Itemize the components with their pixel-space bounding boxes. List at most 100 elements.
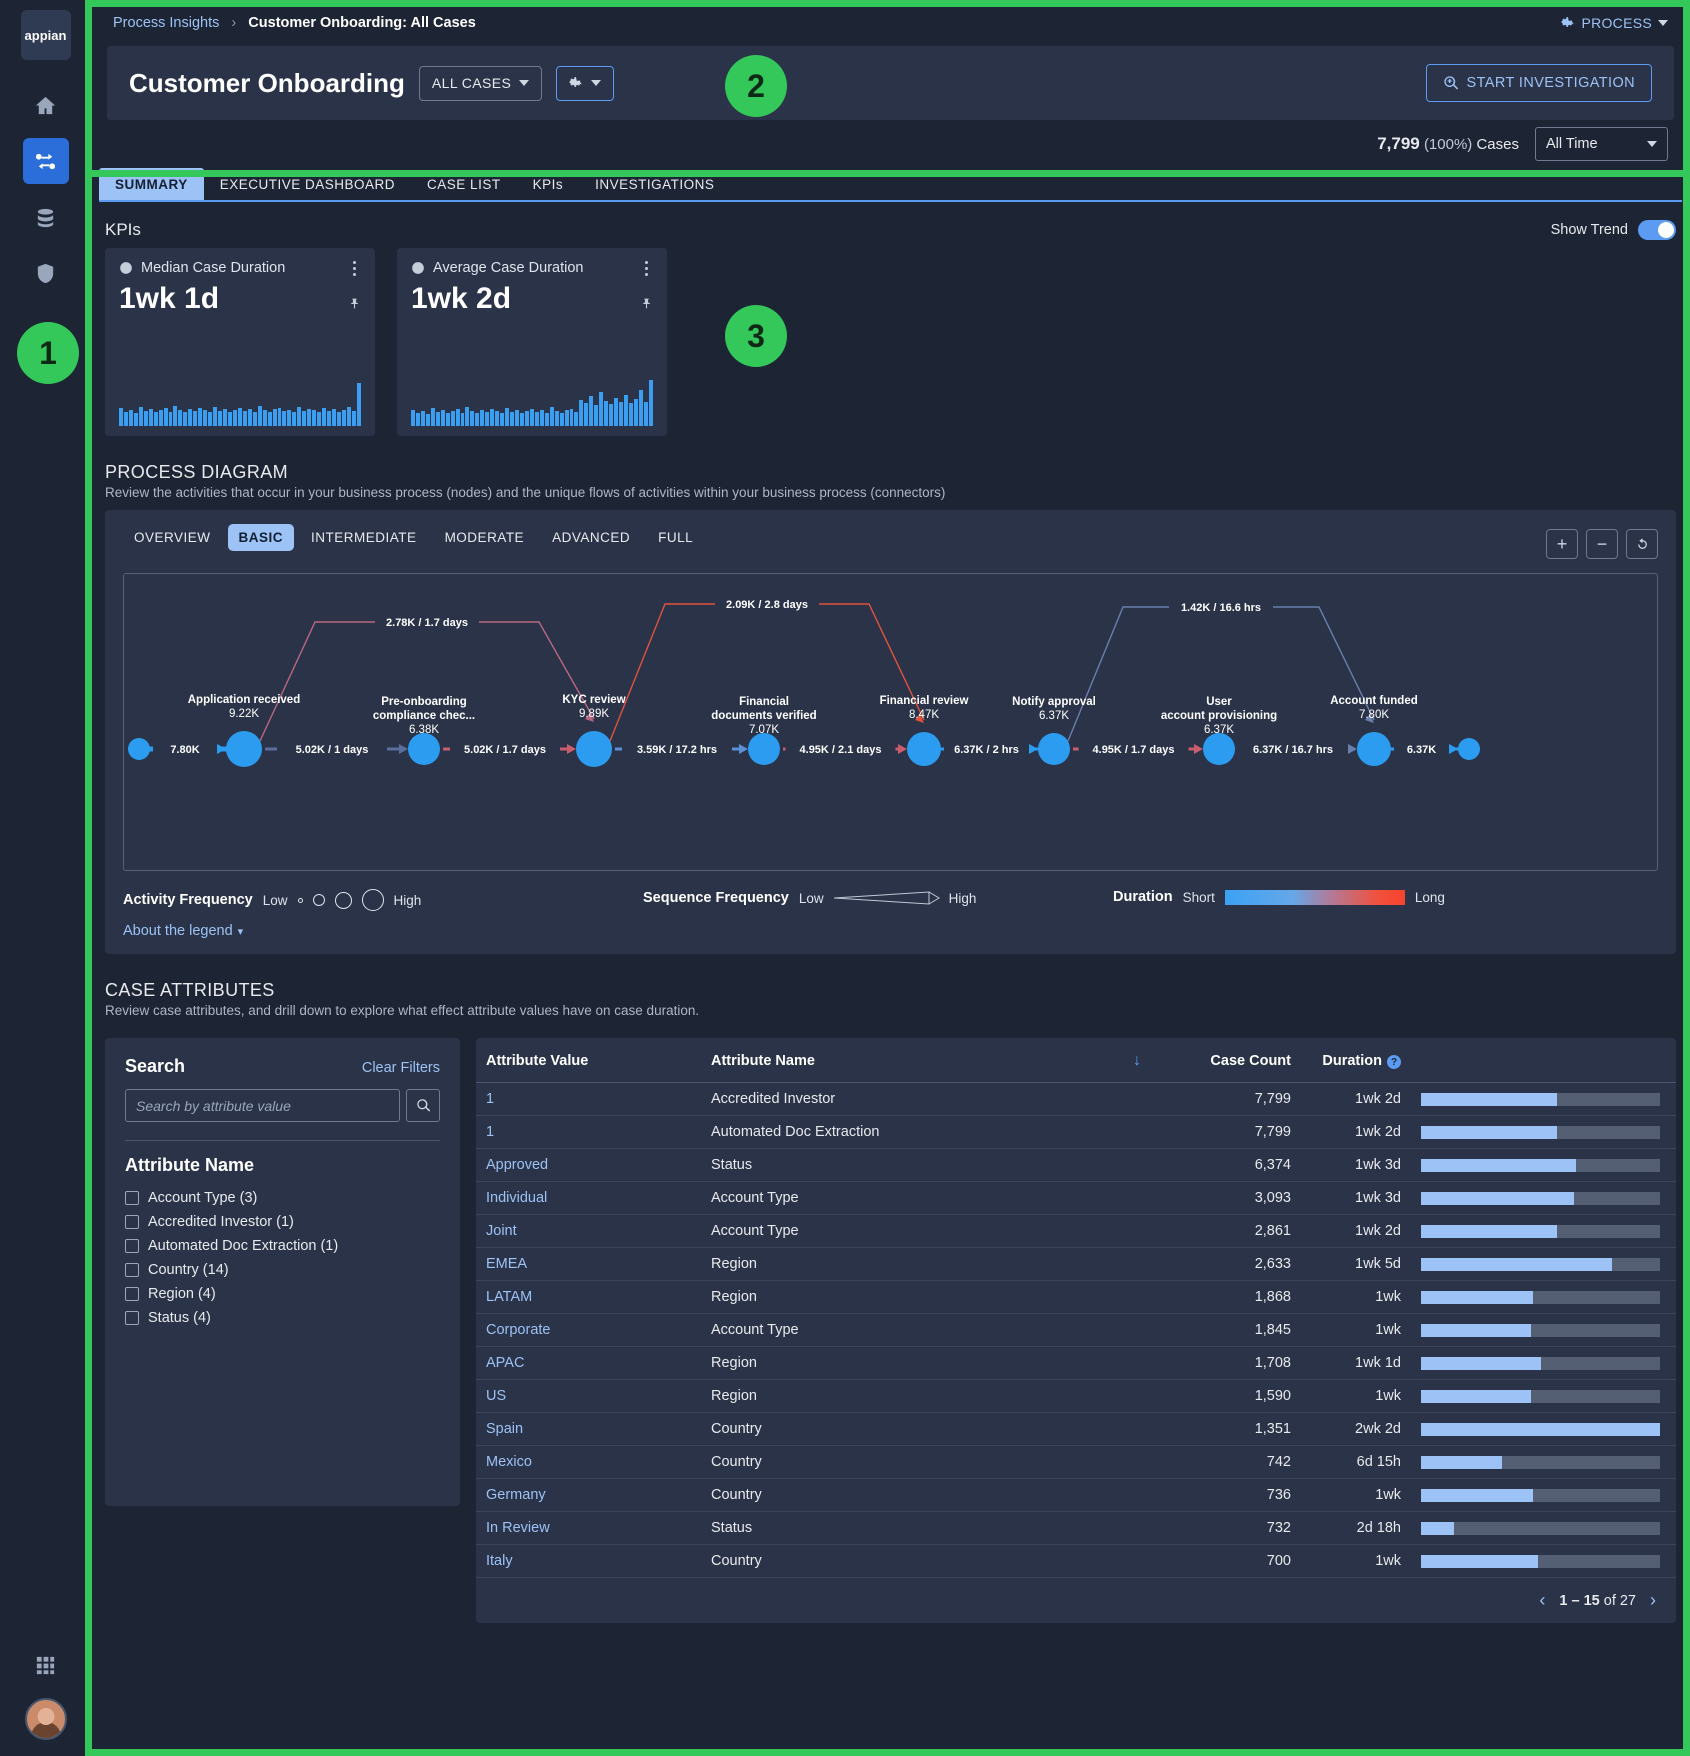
process-insights-icon[interactable] xyxy=(22,138,69,184)
filter-item[interactable]: Country (14) xyxy=(125,1258,440,1282)
shield-icon[interactable] xyxy=(23,250,69,296)
detail-level-overview[interactable]: OVERVIEW xyxy=(123,524,222,551)
table-row[interactable]: Mexico Country 742 6d 15h xyxy=(476,1445,1676,1479)
attribute-value-link[interactable]: 1 xyxy=(486,1091,494,1107)
sequence-high-label: High xyxy=(948,890,977,906)
checkbox[interactable] xyxy=(125,1311,139,1325)
kpi-card-2[interactable]: Average Case Duration 1wk 2d xyxy=(397,248,667,436)
col-attribute-value[interactable]: Attribute Value xyxy=(476,1038,701,1083)
attribute-value-link[interactable]: Individual xyxy=(486,1190,547,1206)
process-node[interactable] xyxy=(576,731,612,767)
detail-level-basic[interactable]: BASIC xyxy=(227,524,295,551)
checkbox[interactable] xyxy=(125,1287,139,1301)
process-node[interactable] xyxy=(1357,732,1391,766)
process-node[interactable] xyxy=(128,738,150,760)
attribute-value-link[interactable]: APAC xyxy=(486,1355,524,1371)
filter-item[interactable]: Status (4) xyxy=(125,1306,440,1330)
filter-item[interactable]: Accredited Investor (1) xyxy=(125,1210,440,1234)
zoom-in-button[interactable]: + xyxy=(1546,529,1578,559)
next-page-button[interactable]: › xyxy=(1650,1590,1656,1611)
all-cases-dropdown[interactable]: ALL CASES xyxy=(418,65,543,101)
attribute-value-link[interactable]: Spain xyxy=(486,1421,523,1437)
checkbox[interactable] xyxy=(125,1263,139,1277)
checkbox[interactable] xyxy=(125,1215,139,1229)
table-row[interactable]: APAC Region 1,708 1wk 1d xyxy=(476,1346,1676,1380)
process-node[interactable] xyxy=(1038,733,1070,765)
pin-icon[interactable] xyxy=(348,296,361,317)
attribute-value-link[interactable]: Germany xyxy=(486,1487,546,1503)
attribute-value-link[interactable]: US xyxy=(486,1388,506,1404)
time-range-select[interactable]: All Time xyxy=(1535,127,1668,161)
attribute-value-link[interactable]: EMEA xyxy=(486,1256,527,1272)
settings-dropdown[interactable] xyxy=(556,65,615,101)
show-trend-toggle[interactable] xyxy=(1638,220,1676,240)
process-node[interactable] xyxy=(1458,738,1480,760)
table-row[interactable]: Spain Country 1,351 2wk 2d xyxy=(476,1412,1676,1446)
prev-page-button[interactable]: ‹ xyxy=(1539,1590,1545,1611)
help-icon[interactable]: ? xyxy=(1387,1055,1401,1070)
table-row[interactable]: Italy Country 700 1wk xyxy=(476,1544,1676,1578)
detail-level-advanced[interactable]: ADVANCED xyxy=(541,524,641,551)
search-button[interactable] xyxy=(406,1089,440,1122)
clear-filters-link[interactable]: Clear Filters xyxy=(362,1060,440,1076)
kpi-menu-button[interactable] xyxy=(347,260,361,276)
zoom-out-button[interactable]: − xyxy=(1586,529,1618,559)
table-row[interactable]: US Region 1,590 1wk xyxy=(476,1379,1676,1413)
filter-item[interactable]: Automated Doc Extraction (1) xyxy=(125,1234,440,1258)
kpi-label: Median Case Duration xyxy=(141,260,286,276)
table-row[interactable]: Corporate Account Type 1,845 1wk xyxy=(476,1313,1676,1347)
circle-xs-icon xyxy=(297,897,303,903)
process-node[interactable] xyxy=(907,732,941,766)
attribute-value-link[interactable]: Joint xyxy=(486,1223,517,1239)
detail-level-moderate[interactable]: MODERATE xyxy=(434,524,536,551)
checkbox[interactable] xyxy=(125,1191,139,1205)
col-case-count[interactable]: Case Count xyxy=(1151,1038,1301,1083)
breadcrumb-parent[interactable]: Process Insights xyxy=(113,15,219,31)
home-icon[interactable] xyxy=(23,82,69,128)
filter-item[interactable]: Account Type (3) xyxy=(125,1186,440,1210)
process-node[interactable] xyxy=(226,731,262,767)
table-row[interactable]: EMEA Region 2,633 1wk 5d xyxy=(476,1247,1676,1281)
table-row[interactable]: Individual Account Type 3,093 1wk 3d xyxy=(476,1181,1676,1215)
avatar[interactable] xyxy=(24,1698,67,1740)
gear-icon xyxy=(1562,17,1574,27)
attribute-value-link[interactable]: In Review xyxy=(486,1520,550,1536)
detail-level-intermediate[interactable]: INTERMEDIATE xyxy=(300,524,428,551)
table-row[interactable]: Germany Country 736 1wk xyxy=(476,1478,1676,1512)
table-row[interactable]: 1 Accredited Investor 7,799 1wk 2d xyxy=(476,1082,1676,1116)
process-menu-button[interactable]: PROCESS xyxy=(1561,15,1668,31)
col-duration[interactable]: Duration? xyxy=(1301,1038,1411,1083)
about-the-legend-link[interactable]: About the legend ▾ xyxy=(123,923,243,939)
kpi-menu-button[interactable] xyxy=(639,260,653,276)
checkbox[interactable] xyxy=(125,1239,139,1253)
col-attribute-name[interactable]: Attribute Name xyxy=(701,1038,1021,1083)
attribute-value-link[interactable]: Approved xyxy=(486,1157,548,1173)
process-node[interactable] xyxy=(408,733,440,765)
attribute-value-link[interactable]: Corporate xyxy=(486,1322,550,1338)
bar-track xyxy=(1421,1521,1660,1535)
process-diagram-canvas[interactable]: 7.80K 5.02K / 1 days 5.02K / 1.7 days 3.59K… xyxy=(123,573,1658,871)
filter-item[interactable]: Region (4) xyxy=(125,1282,440,1306)
start-investigation-button[interactable]: START INVESTIGATION xyxy=(1425,64,1652,102)
process-node[interactable] xyxy=(1203,733,1235,765)
process-node[interactable] xyxy=(748,733,780,765)
apps-grid-icon[interactable] xyxy=(23,1642,69,1688)
attribute-value-link[interactable]: LATAM xyxy=(486,1289,532,1305)
detail-level-full[interactable]: FULL xyxy=(647,524,704,551)
kpi-card-1[interactable]: Median Case Duration 1wk 1d xyxy=(105,248,375,436)
table-row[interactable]: Joint Account Type 2,861 1wk 2d xyxy=(476,1214,1676,1248)
attribute-value-link[interactable]: Italy xyxy=(486,1553,513,1569)
col-sort-indicator[interactable]: ↓ xyxy=(1021,1038,1151,1083)
table-row[interactable]: In Review Status 732 2d 18h xyxy=(476,1511,1676,1545)
table-row[interactable]: 1 Automated Doc Extraction 7,799 1wk 2d xyxy=(476,1115,1676,1149)
attribute-value-link[interactable]: 1 xyxy=(486,1124,494,1140)
pin-icon[interactable] xyxy=(640,296,653,317)
reset-view-button[interactable] xyxy=(1626,529,1658,559)
attribute-value-link[interactable]: Mexico xyxy=(486,1454,532,1470)
breadcrumb-current: Customer Onboarding: All Cases xyxy=(248,15,476,31)
database-icon[interactable] xyxy=(23,194,69,240)
table-row[interactable]: Approved Status 6,374 1wk 3d xyxy=(476,1148,1676,1182)
search-input[interactable] xyxy=(125,1089,400,1122)
show-trend-control[interactable]: Show Trend xyxy=(1551,220,1676,240)
table-row[interactable]: LATAM Region 1,868 1wk xyxy=(476,1280,1676,1314)
